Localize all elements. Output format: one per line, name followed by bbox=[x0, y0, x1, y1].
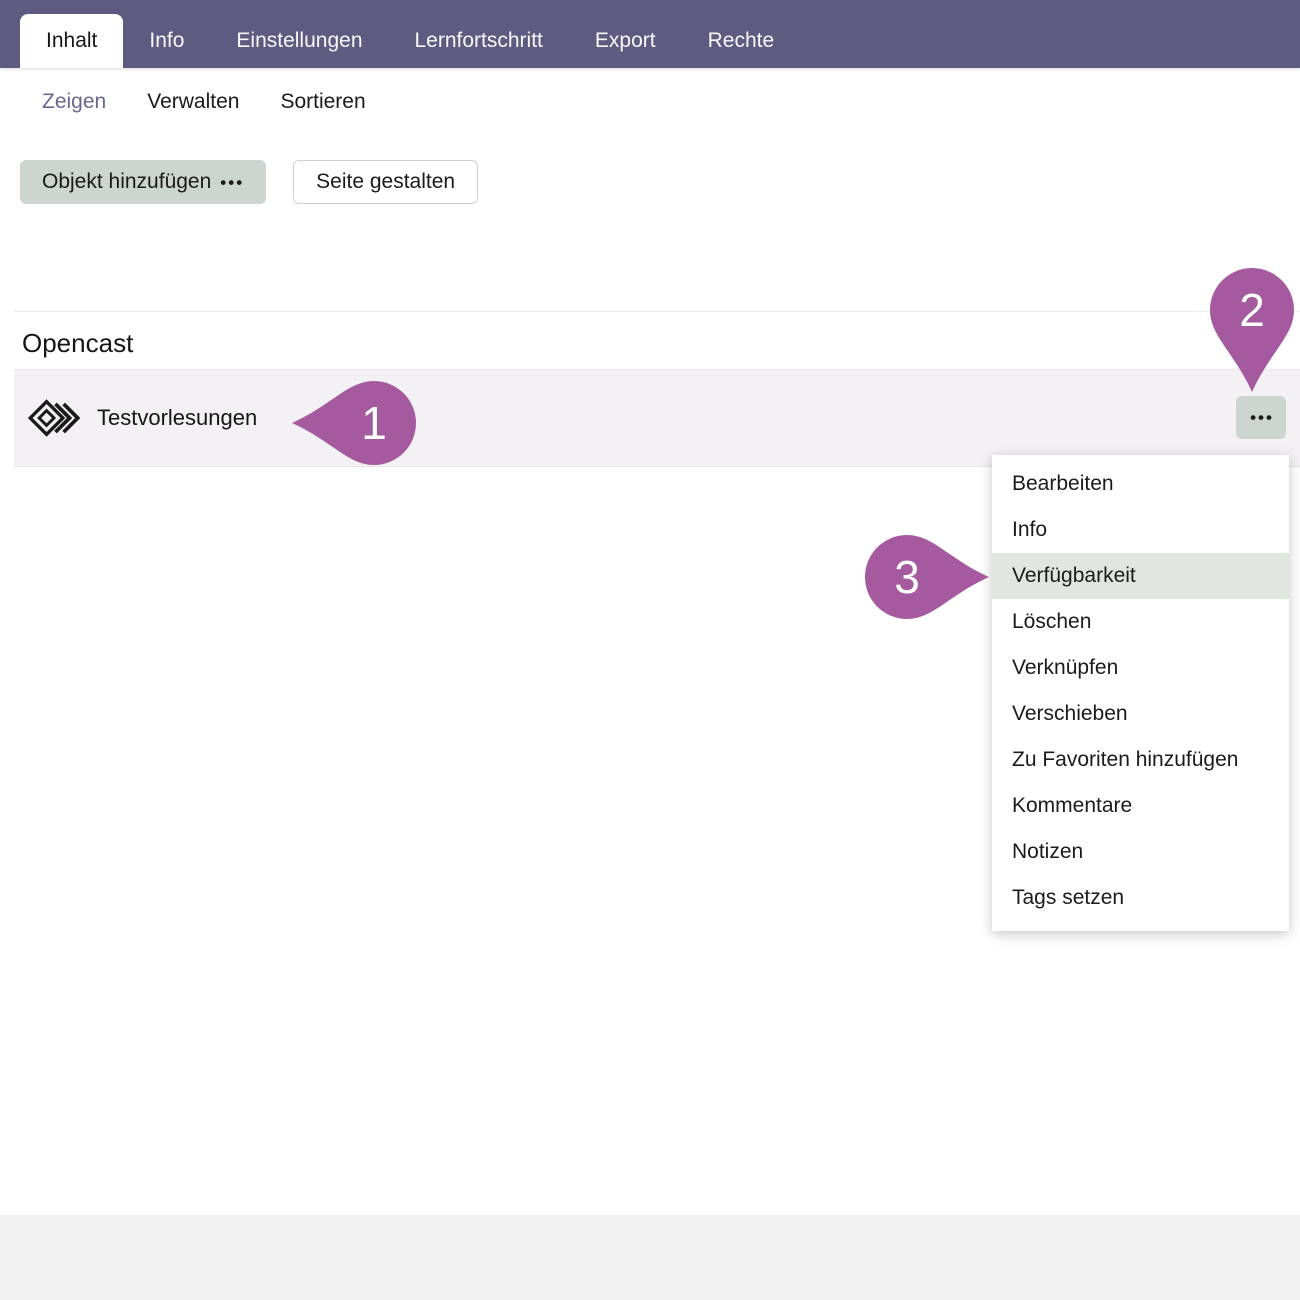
annotation-pin-3: 3 bbox=[857, 527, 957, 667]
item-title-link[interactable]: Testvorlesungen bbox=[97, 405, 257, 431]
opencast-icon bbox=[28, 397, 80, 439]
add-object-label: Objekt hinzufügen bbox=[42, 170, 211, 194]
add-object-button[interactable]: Objekt hinzufügen ••• bbox=[20, 160, 266, 204]
subtab-zeigen[interactable]: Zeigen bbox=[42, 90, 106, 114]
subtab-verwalten[interactable]: Verwalten bbox=[147, 90, 239, 114]
footer-band bbox=[0, 1215, 1300, 1300]
menu-item-kommentare[interactable]: Kommentare bbox=[992, 783, 1289, 829]
menu-item-verfuegbarkeit[interactable]: Verfügbarkeit bbox=[992, 553, 1289, 599]
toolbar: Objekt hinzufügen ••• Seite gestalten bbox=[20, 160, 1300, 204]
design-page-button[interactable]: Seite gestalten bbox=[293, 160, 478, 204]
top-tab-bar: Inhalt Info Einstellungen Lernfortschrit… bbox=[0, 0, 1300, 68]
menu-item-verschieben[interactable]: Verschieben bbox=[992, 691, 1289, 737]
tab-export[interactable]: Export bbox=[569, 14, 682, 68]
design-page-label: Seite gestalten bbox=[316, 170, 455, 194]
ellipsis-icon: ••• bbox=[220, 174, 244, 191]
item-actions-button[interactable]: ••• bbox=[1236, 396, 1286, 439]
menu-item-verknuepfen[interactable]: Verknüpfen bbox=[992, 645, 1289, 691]
subtab-sortieren[interactable]: Sortieren bbox=[280, 90, 365, 114]
section-title: Opencast bbox=[14, 312, 1300, 369]
menu-item-tags-setzen[interactable]: Tags setzen bbox=[992, 875, 1289, 921]
sub-tab-bar: Zeigen Verwalten Sortieren bbox=[0, 68, 1300, 128]
tab-einstellungen[interactable]: Einstellungen bbox=[210, 14, 388, 68]
tab-lernfortschritt[interactable]: Lernfortschritt bbox=[389, 14, 569, 68]
menu-item-zu-favoriten[interactable]: Zu Favoriten hinzufügen bbox=[992, 737, 1289, 783]
tab-info[interactable]: Info bbox=[123, 14, 210, 68]
item-row-testvorlesungen[interactable]: Testvorlesungen ••• bbox=[14, 369, 1300, 467]
menu-item-info[interactable]: Info bbox=[992, 507, 1289, 553]
tab-inhalt[interactable]: Inhalt bbox=[20, 14, 123, 68]
item-actions-menu: Bearbeiten Info Verfügbarkeit Löschen Ve… bbox=[992, 455, 1289, 931]
menu-item-loeschen[interactable]: Löschen bbox=[992, 599, 1289, 645]
content-block: Opencast Testvorlesungen ••• bbox=[14, 311, 1300, 467]
menu-item-notizen[interactable]: Notizen bbox=[992, 829, 1289, 875]
annotation-pin-3-number: 3 bbox=[857, 527, 957, 627]
menu-item-bearbeiten[interactable]: Bearbeiten bbox=[992, 461, 1289, 507]
tab-rechte[interactable]: Rechte bbox=[682, 14, 801, 68]
